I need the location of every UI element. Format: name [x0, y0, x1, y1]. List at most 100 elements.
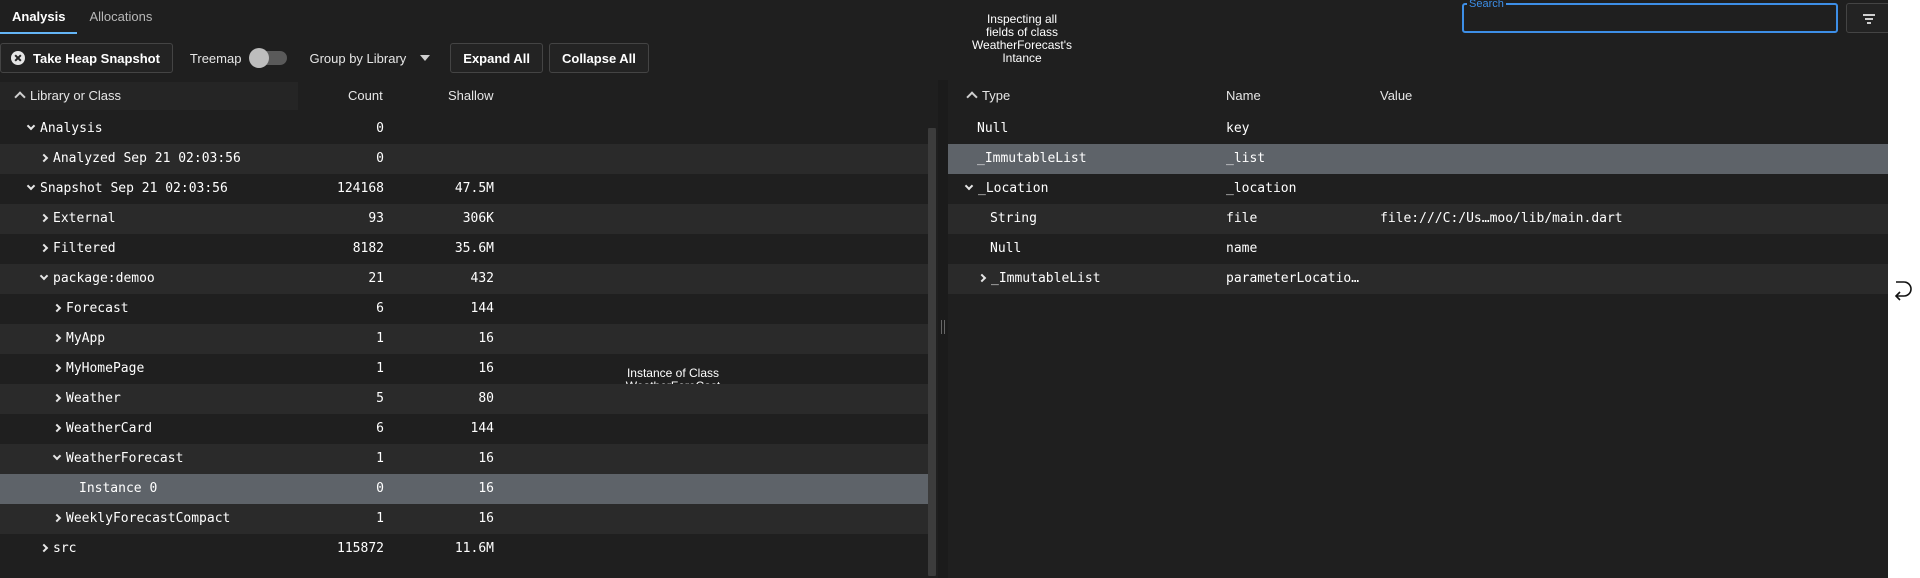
memory-view: Analysis Allocations Take Heap Snapshot … — [0, 0, 1888, 578]
tree-row-label: Instance 0 — [79, 481, 158, 496]
sort-ascending-icon — [966, 91, 978, 103]
splitter-grip-icon — [941, 320, 945, 334]
field-row[interactable]: Null name — [948, 234, 1888, 264]
tree-row-name: WeatherForecast — [52, 451, 184, 466]
tree-row[interactable]: WeatherForecast 1 16 — [0, 444, 936, 474]
tree-row-name: Instance 0 — [79, 481, 157, 496]
library-column-header[interactable]: Library or Class — [14, 88, 122, 103]
tree-row-name: Filtered — [39, 241, 116, 256]
shallow-column-header[interactable]: Shallow — [448, 88, 494, 103]
chevron-right-icon[interactable] — [52, 363, 62, 373]
field-type-label: String — [990, 211, 1037, 226]
treemap-toggle[interactable] — [249, 48, 288, 68]
tab-analysis[interactable]: Analysis — [0, 0, 78, 34]
chevron-right-icon[interactable] — [39, 243, 49, 253]
chevron-down-icon — [420, 55, 431, 61]
tree-row-shallow: 144 — [470, 421, 494, 436]
library-header-label: Library or Class — [30, 88, 122, 103]
value-column-header[interactable]: Value — [1380, 88, 1412, 103]
tree-row-label: WeatherForecast — [66, 451, 184, 466]
field-type-label: Null — [990, 241, 1022, 256]
chevron-down-icon[interactable] — [52, 451, 62, 461]
filter-icon — [1863, 14, 1875, 24]
tree-row-count: 124168 — [337, 181, 384, 196]
field-row[interactable]: _ImmutableList _list — [948, 144, 1888, 174]
chevron-right-icon[interactable] — [39, 153, 49, 163]
group-by-dropdown[interactable]: Group by Library — [309, 51, 450, 66]
chevron-down-icon[interactable] — [39, 271, 49, 281]
return-arrow-icon — [1894, 281, 1912, 301]
tree-row[interactable]: Weather 5 80 — [0, 384, 936, 414]
tree-row-label: WeeklyForecastCompact — [66, 511, 231, 526]
tree-row[interactable]: Analysis 0 — [0, 114, 936, 144]
sort-ascending-icon — [14, 91, 26, 103]
field-name: file — [1226, 211, 1258, 226]
search-label: Search — [1467, 0, 1506, 10]
chevron-right-icon[interactable] — [39, 543, 49, 553]
tree-row-label: WeatherCard — [66, 421, 153, 436]
chevron-down-icon[interactable] — [26, 181, 36, 191]
left-scrollbar-thumb[interactable] — [928, 128, 936, 576]
tree-row-label: MyHomePage — [66, 361, 145, 376]
tab-allocations[interactable]: Allocations — [77, 0, 164, 34]
take-heap-snapshot-label: Take Heap Snapshot — [33, 50, 160, 66]
tree-row[interactable]: src 115872 11.6M — [0, 534, 936, 564]
right-table-header: Type Name Value — [948, 82, 1888, 110]
type-column-header[interactable]: Type — [966, 88, 1010, 103]
chevron-right-icon[interactable] — [52, 333, 62, 343]
tree-row[interactable]: MyHomePage 1 16 — [0, 354, 936, 384]
field-row[interactable]: _Location _location — [948, 174, 1888, 204]
tree-row-shallow: 47.5M — [454, 181, 494, 196]
tree-row-count: 0 — [376, 151, 384, 166]
field-type: String — [990, 211, 1037, 226]
chevron-right-icon[interactable] — [977, 273, 987, 283]
tree-row-shallow: 80 — [478, 391, 494, 406]
tree-row-label: package:demoo — [53, 271, 155, 286]
tree-row-label: Analysis — [40, 121, 103, 136]
tree-row-count: 1 — [376, 511, 384, 526]
tree-row-name: Analyzed Sep 21 02:03:56 — [39, 151, 241, 166]
tree-row[interactable]: package:demoo 21 432 — [0, 264, 936, 294]
tree-row-label: Snapshot Sep 21 02:03:56 — [40, 181, 228, 196]
field-row[interactable]: String file file:///C:/Us…moo/lib/main.dar… — [948, 204, 1888, 234]
tree-row-shallow: 16 — [478, 451, 494, 466]
search-field[interactable] — [1462, 3, 1838, 33]
chevron-right-icon[interactable] — [52, 393, 62, 403]
chevron-down-icon[interactable] — [964, 181, 974, 191]
annotation-inspecting: Inspecting all fields of class WeatherFo… — [971, 12, 1073, 65]
search-input[interactable] — [1464, 5, 1836, 31]
count-column-header[interactable]: Count — [348, 88, 383, 103]
field-row[interactable]: _ImmutableList parameterLocatio… — [948, 264, 1888, 294]
tree-row[interactable]: Snapshot Sep 21 02:03:56 124168 47.5M — [0, 174, 936, 204]
collapse-all-button[interactable]: Collapse All — [548, 43, 649, 73]
tree-row[interactable]: WeatherCard 6 144 — [0, 414, 936, 444]
expand-all-button[interactable]: Expand All — [450, 43, 543, 73]
tree-row[interactable]: External 93 306K — [0, 204, 936, 234]
tree-row[interactable]: MyApp 1 16 — [0, 324, 936, 354]
tree-row-shallow: 16 — [478, 361, 494, 376]
chevron-right-icon[interactable] — [52, 423, 62, 433]
tree-row-count: 6 — [376, 301, 384, 316]
take-heap-snapshot-button[interactable]: Take Heap Snapshot — [0, 43, 173, 73]
chevron-right-icon[interactable] — [39, 213, 49, 223]
tree-row[interactable]: Forecast 6 144 — [0, 294, 936, 324]
tree-row[interactable]: WeeklyForecastCompact 1 16 — [0, 504, 936, 534]
panel-splitter[interactable] — [938, 80, 948, 578]
tree-row[interactable]: Filtered 8182 35.6M — [0, 234, 936, 264]
name-column-header[interactable]: Name — [1226, 88, 1261, 103]
tree-row[interactable]: Instance 0 0 16 — [0, 474, 936, 504]
tree-row[interactable]: Analyzed Sep 21 02:03:56 0 — [0, 144, 936, 174]
field-row[interactable]: Null key — [948, 114, 1888, 144]
close-circle-icon — [11, 51, 25, 65]
tree-row-name: WeatherCard — [52, 421, 153, 436]
field-type-label: _Location — [978, 181, 1049, 196]
left-scrollbar[interactable] — [928, 128, 936, 576]
chevron-right-icon[interactable] — [52, 513, 62, 523]
tree-row-count: 0 — [376, 121, 384, 136]
filter-button[interactable] — [1846, 3, 1888, 33]
chevron-down-icon[interactable] — [26, 121, 36, 131]
tree-row-shallow: 16 — [478, 331, 494, 346]
chevron-right-icon[interactable] — [52, 303, 62, 313]
tree-row-shallow: 144 — [470, 301, 494, 316]
tree-row-count: 0 — [376, 481, 384, 496]
